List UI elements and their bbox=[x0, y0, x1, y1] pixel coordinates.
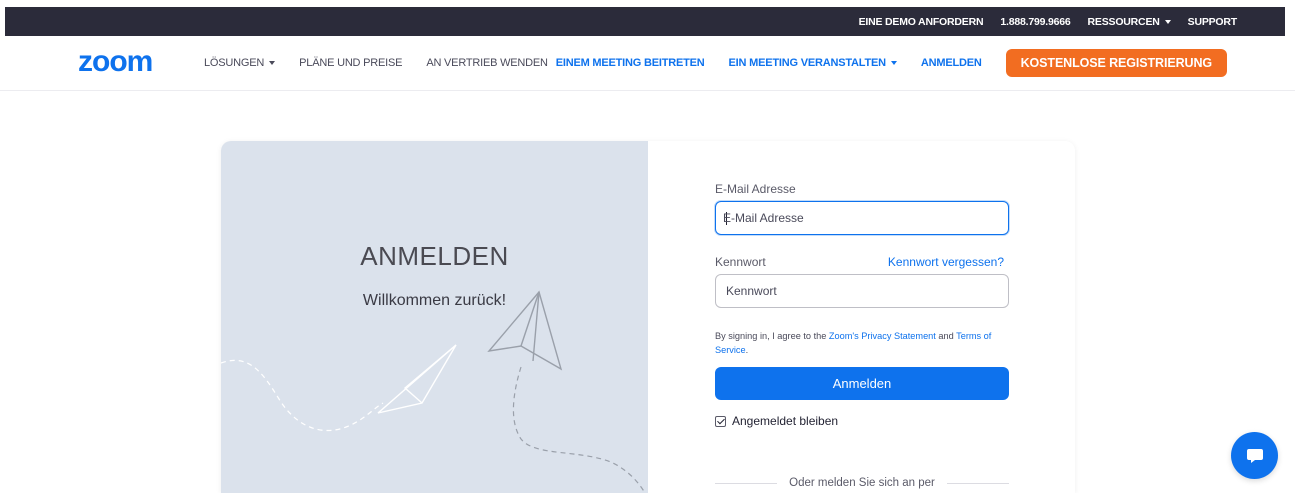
password-label: Kennwort bbox=[715, 255, 766, 269]
zoom-logo-text: zoom bbox=[78, 49, 152, 75]
chat-bubble-icon bbox=[1246, 448, 1263, 463]
host-meeting-menu[interactable]: EIN MEETING VERANSTALTEN bbox=[729, 57, 897, 69]
resources-menu[interactable]: RESSOURCEN bbox=[1088, 16, 1171, 28]
alt-signin-divider: Oder melden Sie sich an per bbox=[715, 477, 1009, 489]
host-meeting-label: EIN MEETING VERANSTALTEN bbox=[728, 57, 887, 69]
top-utility-bar-inner: EINE DEMO ANFORDERN 1.888.799.9666 RESSO… bbox=[5, 7, 1285, 36]
plans-pricing-link[interactable]: PLÄNE UND PREISE bbox=[299, 57, 402, 69]
request-demo-link[interactable]: EINE DEMO ANFORDERN bbox=[859, 16, 984, 28]
privacy-statement-link[interactable]: Zoom's Privacy Statement bbox=[829, 331, 936, 341]
welcome-text: Willkommen zurück! bbox=[362, 292, 507, 309]
divider-line bbox=[715, 482, 778, 484]
chevron-down-icon bbox=[269, 61, 276, 65]
page-title: ANMELDEN bbox=[360, 241, 509, 271]
top-utility-bar: EINE DEMO ANFORDERN 1.888.799.9666 RESSO… bbox=[0, 0, 1295, 36]
divider-line bbox=[946, 482, 1009, 484]
paper-plane-icon bbox=[377, 344, 457, 414]
terms-suffix: . bbox=[745, 345, 749, 355]
alt-signin-label: Oder melden Sie sich an per bbox=[789, 477, 935, 489]
terms-and: and bbox=[935, 331, 957, 341]
join-meeting-link[interactable]: EINEM MEETING BEITRETEN bbox=[556, 57, 705, 69]
chevron-down-icon bbox=[890, 61, 897, 65]
password-placeholder: Kennwort bbox=[726, 284, 777, 298]
solutions-menu[interactable]: LÖSUNGEN bbox=[204, 57, 276, 69]
nav-left: LÖSUNGEN PLÄNE UND PREISE AN VERTRIEB WE… bbox=[204, 36, 572, 90]
checkbox-checked-icon[interactable] bbox=[715, 415, 726, 427]
zoom-logo-mark: zoom bbox=[78, 45, 153, 78]
terms-prefix: By signing in, I agree to the bbox=[715, 331, 829, 341]
main-navbar: zoom LÖSUNGEN PLÄNE UND PREISE AN VERTRI… bbox=[0, 36, 1295, 91]
resources-label: RESSOURCEN bbox=[1087, 15, 1160, 28]
login-card: ANMELDEN Willkommen zurück! E-Mail Adres… bbox=[221, 141, 1075, 493]
signup-button[interactable]: KOSTENLOSE REGISTRIERUNG bbox=[1005, 49, 1227, 77]
hero-panel: ANMELDEN Willkommen zurück! bbox=[221, 141, 648, 493]
zoom-logo[interactable]: zoom bbox=[78, 45, 174, 80]
keep-signed-in-label: Angemeldet bleiben bbox=[732, 414, 839, 428]
password-field[interactable]: Kennwort bbox=[715, 274, 1009, 308]
signin-button[interactable]: Anmelden bbox=[715, 367, 1009, 400]
email-placeholder: E-Mail Adresse bbox=[723, 211, 804, 225]
login-form: E-Mail Adresse E-Mail Adresse Kennwort K… bbox=[648, 141, 1075, 493]
phone-link[interactable]: 1.888.799.9666 bbox=[1000, 16, 1070, 28]
chevron-down-icon bbox=[1164, 19, 1171, 24]
email-field[interactable]: E-Mail Adresse bbox=[715, 201, 1009, 235]
chat-button[interactable] bbox=[1231, 432, 1278, 479]
contact-sales-link[interactable]: AN VERTRIEB WENDEN bbox=[426, 57, 548, 69]
forgot-password-link[interactable]: Kennwort vergessen? bbox=[888, 255, 1004, 269]
support-link[interactable]: SUPPORT bbox=[1188, 16, 1238, 28]
nav-right: EINEM MEETING BEITRETEN EIN MEETING VERA… bbox=[556, 36, 1227, 90]
paper-plane-illustration bbox=[221, 290, 646, 493]
flight-path-white bbox=[221, 359, 384, 432]
terms-text: By signing in, I agree to the Zoom's Pri… bbox=[715, 329, 1015, 357]
keep-signed-in-checkbox[interactable]: Angemeldet bleiben bbox=[715, 414, 838, 428]
flight-path-gray bbox=[512, 366, 646, 493]
solutions-label: LÖSUNGEN bbox=[204, 57, 265, 69]
signin-link[interactable]: ANMELDEN bbox=[921, 57, 982, 69]
email-label: E-Mail Adresse bbox=[715, 182, 796, 196]
